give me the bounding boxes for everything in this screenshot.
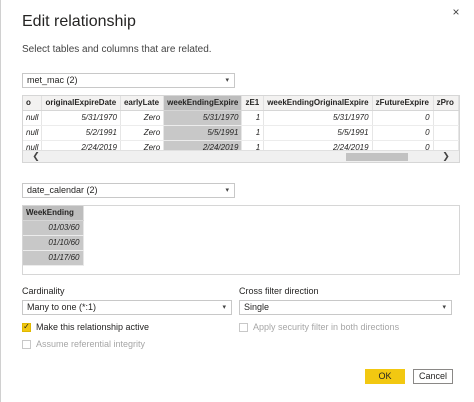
ok-button[interactable]: OK	[365, 369, 405, 384]
table1-horizontal-scrollbar[interactable]: ❮ ❯	[23, 150, 459, 162]
dialog-subtitle: Select tables and columns that are relat…	[22, 44, 212, 55]
checkbox-box	[239, 322, 248, 332]
referential-integrity-checkbox: Assume referential integrity	[22, 339, 145, 349]
cardinality-value: Many to one (*:1)	[27, 302, 97, 312]
security-filter-checkbox: Apply security filter in both directions	[239, 322, 399, 332]
chevron-down-icon: ▾	[442, 304, 446, 311]
make-active-label: Make this relationship active	[36, 322, 150, 332]
column-header[interactable]: zFutureExpire	[372, 96, 434, 111]
table2-preview: WeekEnding 01/03/60 01/10/60 01/17/60	[22, 205, 460, 275]
table1-header-row: o originalExpireDate earlyLate weekEndin…	[23, 96, 459, 111]
table2-grid: WeekEnding 01/03/60 01/10/60 01/17/60	[23, 206, 84, 266]
cross-filter-value: Single	[244, 302, 270, 312]
table-row: null 5/31/1970 Zero 5/31/1970 1 5/31/197…	[23, 110, 459, 126]
table-cell: 5/31/1970	[263, 110, 373, 126]
table2-header-row: WeekEnding	[23, 206, 84, 221]
table-cell: 5/5/1991	[163, 125, 243, 141]
table-cell: 5/5/1991	[263, 125, 373, 141]
table-row: 01/17/60	[23, 250, 84, 266]
table-row: 01/03/60	[23, 220, 84, 236]
checkbox-box	[22, 339, 31, 349]
table-cell: 5/31/1970	[41, 110, 121, 126]
table2-select[interactable]: date_calendar (2) ▾	[22, 183, 235, 198]
table-cell: 01/10/60	[23, 235, 84, 251]
table1-preview: o originalExpireDate earlyLate weekEndin…	[22, 95, 460, 163]
chevron-down-icon: ▾	[225, 187, 229, 194]
table1-select-value: met_mac (2)	[27, 75, 78, 85]
checkmark-icon[interactable]: ✓	[22, 322, 31, 332]
table-cell: 5/2/1991	[41, 125, 121, 141]
table-cell: 01/03/60	[23, 220, 84, 236]
table-cell: 01/17/60	[23, 250, 84, 266]
table-cell: Zero	[120, 125, 165, 141]
close-icon[interactable]: ×	[448, 4, 464, 20]
table-row: 01/10/60	[23, 235, 84, 251]
column-header[interactable]: zPro	[433, 96, 459, 111]
column-header[interactable]: earlyLate	[120, 96, 165, 111]
table-cell: 5/31/1970	[163, 110, 243, 126]
table-cell: null	[23, 110, 43, 126]
chevron-down-icon: ▾	[225, 77, 229, 84]
table1-select[interactable]: met_mac (2) ▾	[22, 73, 235, 88]
cardinality-select[interactable]: Many to one (*:1) ▾	[22, 300, 232, 315]
column-header-selected[interactable]: WeekEnding	[23, 206, 84, 221]
table-cell: Zero	[120, 110, 165, 126]
cross-filter-label: Cross filter direction	[239, 286, 319, 296]
table-cell	[433, 110, 459, 126]
column-header-selected[interactable]: weekEndingExpire	[163, 96, 243, 111]
scroll-left-icon[interactable]: ❮	[31, 151, 41, 162]
column-header[interactable]: originalExpireDate	[41, 96, 121, 111]
scroll-right-icon[interactable]: ❯	[441, 151, 451, 162]
table-cell: 0	[372, 110, 434, 126]
table-cell	[433, 125, 459, 141]
table-cell: 1	[241, 110, 265, 126]
table-cell: 1	[241, 125, 265, 141]
scrollbar-thumb[interactable]	[346, 153, 408, 161]
make-active-checkbox[interactable]: ✓ Make this relationship active	[22, 322, 149, 332]
column-header[interactable]: o	[23, 96, 43, 111]
chevron-down-icon: ▾	[222, 304, 226, 311]
table2-select-value: date_calendar (2)	[27, 185, 98, 195]
edit-relationship-dialog: × Edit relationship Select tables and co…	[0, 0, 474, 402]
cardinality-label: Cardinality	[22, 286, 65, 296]
security-filter-label: Apply security filter in both directions	[253, 322, 400, 332]
column-header[interactable]: zE1	[241, 96, 265, 111]
table-cell: null	[23, 125, 43, 141]
cross-filter-select[interactable]: Single ▾	[239, 300, 452, 315]
dialog-title: Edit relationship	[22, 13, 136, 30]
referential-integrity-label: Assume referential integrity	[36, 339, 146, 349]
column-header[interactable]: weekEndingOriginalExpire	[263, 96, 373, 111]
table-row: null 5/2/1991 Zero 5/5/1991 1 5/5/1991 0	[23, 125, 459, 141]
table1-grid: o originalExpireDate earlyLate weekEndin…	[23, 96, 459, 156]
table-cell: 0	[372, 125, 434, 141]
cancel-button[interactable]: Cancel	[413, 369, 453, 384]
